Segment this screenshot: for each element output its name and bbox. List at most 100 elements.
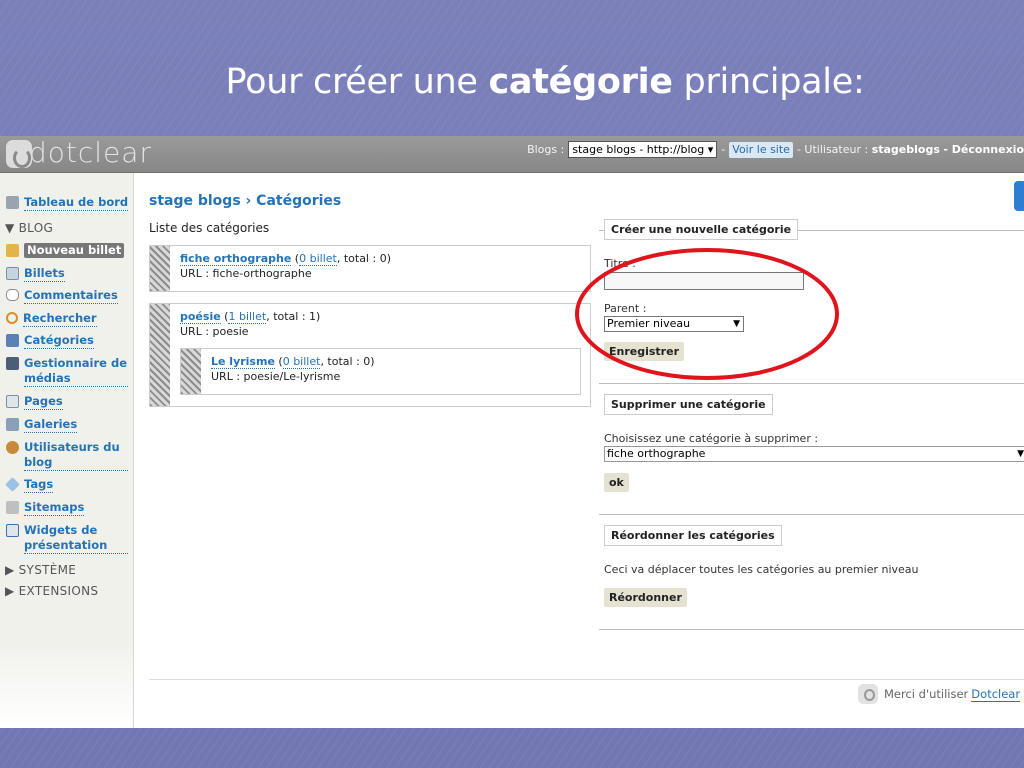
blog-select-value: stage blogs - http://blog bbox=[572, 143, 705, 156]
help-tab[interactable] bbox=[1014, 181, 1024, 211]
dotclear-logo[interactable]: dotclear bbox=[6, 138, 152, 168]
sidebar-item-label: Pages bbox=[24, 394, 63, 410]
sitemap-icon bbox=[6, 501, 19, 514]
sidebar-section-blog[interactable]: ▼ BLOG bbox=[5, 221, 53, 235]
blogs-label: Blogs : bbox=[527, 143, 565, 156]
sidebar-item-sitemaps[interactable]: Sitemaps bbox=[6, 500, 85, 516]
view-site-button[interactable]: Voir le site bbox=[729, 141, 793, 158]
sidebar-item-users[interactable]: Utilisateurs du blog bbox=[6, 440, 128, 471]
sidebar-item-new-post[interactable]: Nouveau billet bbox=[6, 243, 125, 258]
reorder-note: Ceci va déplacer toutes les catégories a… bbox=[604, 563, 919, 576]
sidebar-item-label: Widgets de présentation bbox=[24, 523, 128, 554]
category-count-link[interactable]: 0 billet bbox=[299, 252, 337, 266]
dashboard-icon bbox=[6, 196, 19, 209]
dotclear-logo-icon bbox=[6, 140, 32, 168]
sidebar-item-pages[interactable]: Pages bbox=[6, 394, 63, 410]
sidebar-section-system[interactable]: ▶ SYSTÈME bbox=[5, 563, 76, 577]
slide-title: Pour créer une catégorie principale: bbox=[0, 62, 1024, 102]
delete-category-select[interactable]: fiche orthographe ▼ bbox=[604, 446, 1024, 462]
slide-title-prefix: Pour créer une bbox=[225, 62, 489, 102]
dotclear-footer-icon bbox=[858, 684, 878, 704]
sidebar-item-posts[interactable]: Billets bbox=[6, 266, 65, 282]
folder-icon bbox=[6, 334, 19, 347]
category-paren: ( bbox=[291, 252, 300, 265]
category-url: URL : poesie bbox=[180, 325, 249, 338]
panel-divider bbox=[599, 629, 1024, 630]
top-nav: Blogs : stage blogs - http://blog ▾ - Vo… bbox=[527, 141, 1024, 158]
sidebar-item-galleries[interactable]: Galeries bbox=[6, 417, 78, 433]
chevron-down-icon: ▼ bbox=[1017, 449, 1024, 459]
breadcrumb: stage blogs › Catégories bbox=[149, 193, 342, 209]
ok-button[interactable]: ok bbox=[604, 473, 629, 492]
chevron-down-icon: ▾ bbox=[707, 143, 714, 156]
category-url: URL : poesie/Le-lyrisme bbox=[211, 370, 341, 383]
sidebar-item-label: Billets bbox=[24, 266, 65, 282]
blog-select[interactable]: stage blogs - http://blog ▾ bbox=[568, 141, 718, 158]
category-name-link[interactable]: fiche orthographe bbox=[180, 252, 292, 266]
category-list-title: Liste des catégories bbox=[149, 221, 270, 235]
sidebar-item-label: Sitemaps bbox=[24, 500, 85, 516]
category-item[interactable]: poésie (1 billet, total : 1) URL : poesi… bbox=[149, 303, 591, 407]
reorder-button[interactable]: Réordonner bbox=[604, 588, 687, 607]
sidebar-item-dashboard[interactable]: Tableau de bord bbox=[6, 195, 129, 211]
sidebar-item-label: Nouveau billet bbox=[24, 243, 125, 258]
users-icon bbox=[6, 441, 19, 454]
panel-divider bbox=[599, 514, 1024, 515]
slide-title-bold: catégorie bbox=[488, 62, 673, 102]
drag-handle[interactable] bbox=[150, 246, 170, 291]
category-total: , total : 0) bbox=[336, 252, 391, 265]
tag-icon bbox=[5, 477, 20, 492]
separator: - bbox=[721, 143, 726, 156]
dotclear-admin-screenshot: dotclear Blogs : stage blogs - http://bl… bbox=[0, 136, 1024, 728]
category-url: URL : fiche-orthographe bbox=[180, 267, 312, 280]
logout-link[interactable]: - Déconnexio bbox=[943, 143, 1024, 156]
sidebar-item-tags[interactable]: Tags bbox=[5, 477, 54, 493]
document-icon bbox=[6, 267, 19, 280]
pencil-icon bbox=[6, 244, 19, 257]
sidebar-item-label: Rechercher bbox=[23, 311, 97, 327]
sidebar: Tableau de bord ▼ BLOG Nouveau billet Bi… bbox=[0, 173, 134, 728]
sidebar-item-label: Gestionnaire de médias bbox=[24, 356, 128, 387]
sidebar-item-comments[interactable]: Commentaires bbox=[6, 288, 118, 304]
category-item[interactable]: fiche orthographe (0 billet, total : 0) … bbox=[149, 245, 591, 292]
subcategory-item[interactable]: Le lyrisme (0 billet, total : 0) URL : p… bbox=[180, 348, 581, 395]
highlight-ellipse bbox=[575, 248, 839, 380]
comment-icon bbox=[6, 289, 19, 301]
sidebar-item-media[interactable]: Gestionnaire de médias bbox=[6, 356, 128, 387]
sidebar-item-label: Tableau de bord bbox=[24, 195, 129, 211]
user-name: stageblogs bbox=[871, 143, 940, 156]
sidebar-section-extensions[interactable]: ▶ EXTENSIONS bbox=[5, 584, 98, 598]
top-bar: dotclear Blogs : stage blogs - http://bl… bbox=[0, 136, 1024, 173]
drag-handle[interactable] bbox=[150, 304, 170, 406]
media-icon bbox=[6, 357, 19, 370]
category-total: , total : 1) bbox=[266, 310, 321, 323]
category-count-link[interactable]: 0 billet bbox=[282, 355, 321, 369]
sidebar-item-label: Galeries bbox=[24, 417, 78, 433]
widget-icon bbox=[6, 524, 19, 537]
sidebar-item-search[interactable]: Rechercher bbox=[6, 311, 97, 327]
footer-divider bbox=[149, 679, 1024, 680]
category-name-link[interactable]: Le lyrisme bbox=[211, 355, 275, 369]
page-icon bbox=[6, 395, 19, 408]
delete-select-value: fiche orthographe bbox=[607, 447, 706, 460]
slide-title-suffix: principale: bbox=[672, 62, 865, 102]
gallery-icon bbox=[6, 418, 19, 431]
sidebar-item-label: Tags bbox=[24, 477, 54, 493]
category-count-link[interactable]: 1 billet bbox=[228, 310, 267, 324]
sidebar-item-categories[interactable]: Catégories bbox=[6, 333, 94, 349]
user-label: - Utilisateur : bbox=[796, 143, 869, 156]
category-name-link[interactable]: poésie bbox=[180, 310, 221, 324]
footer: Merci d'utiliser Dotclear bbox=[858, 684, 1021, 704]
delete-category-legend: Supprimer une catégorie bbox=[604, 394, 773, 415]
create-category-legend: Créer une nouvelle catégorie bbox=[604, 219, 799, 240]
category-paren: ( bbox=[274, 355, 283, 368]
dotclear-link[interactable]: Dotclear bbox=[971, 687, 1021, 702]
sidebar-item-label: Catégories bbox=[24, 333, 94, 349]
sidebar-item-widgets[interactable]: Widgets de présentation bbox=[6, 523, 128, 554]
drag-handle[interactable] bbox=[181, 349, 201, 394]
search-icon bbox=[6, 312, 18, 324]
sidebar-item-label: Commentaires bbox=[24, 288, 118, 304]
delete-choose-label: Choisissez une catégorie à supprimer : bbox=[604, 432, 819, 445]
footer-text: Merci d'utiliser bbox=[884, 687, 969, 701]
sidebar-item-label: Utilisateurs du blog bbox=[24, 440, 128, 471]
